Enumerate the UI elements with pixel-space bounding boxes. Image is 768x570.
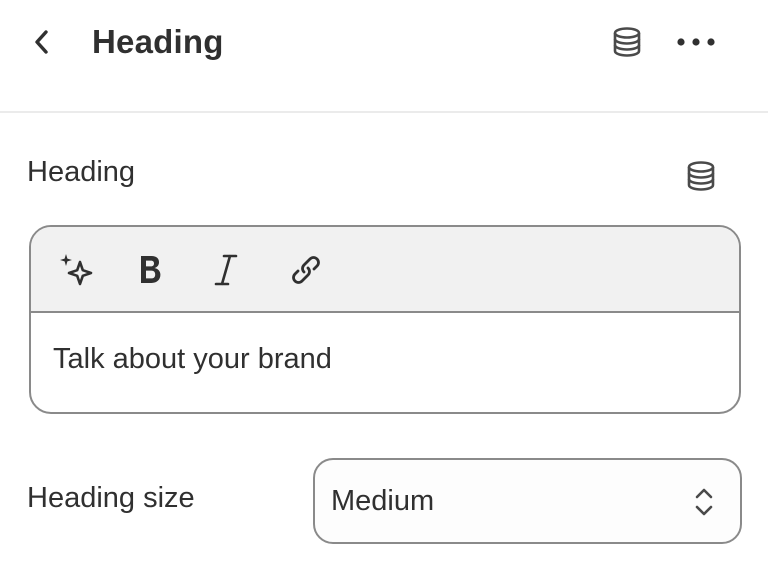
page-title: Heading xyxy=(92,23,224,60)
bold-button[interactable] xyxy=(127,247,173,293)
back-button[interactable] xyxy=(22,22,62,62)
heading-rich-text-editor[interactable]: Talk about your brand xyxy=(29,225,741,414)
panel-header: Heading xyxy=(0,0,768,113)
italic-button[interactable] xyxy=(203,247,249,293)
italic-icon xyxy=(214,254,238,286)
database-icon xyxy=(613,27,641,57)
heading-size-select[interactable]: Medium xyxy=(313,458,742,544)
dynamic-source-button[interactable] xyxy=(604,22,650,62)
more-actions-button[interactable] xyxy=(670,22,722,62)
bold-icon xyxy=(141,256,161,283)
ai-generate-button[interactable] xyxy=(53,247,99,293)
database-icon xyxy=(687,161,715,191)
heading-size-selected-value: Medium xyxy=(331,485,435,517)
select-chevron-icon xyxy=(690,482,718,522)
more-horizontal-icon xyxy=(677,38,715,46)
link-icon xyxy=(292,256,320,284)
sparkle-icon xyxy=(60,254,93,286)
heading-size-label: Heading size xyxy=(27,482,195,514)
heading-settings-panel: Heading Heading Talk about your brand He… xyxy=(0,0,768,570)
link-button[interactable] xyxy=(283,247,329,293)
heading-text-value[interactable]: Talk about your brand xyxy=(53,337,332,381)
heading-dynamic-source-button[interactable] xyxy=(678,154,724,198)
heading-field-label: Heading xyxy=(27,156,136,188)
chevron-left-icon xyxy=(35,30,48,54)
editor-toolbar xyxy=(31,227,739,313)
